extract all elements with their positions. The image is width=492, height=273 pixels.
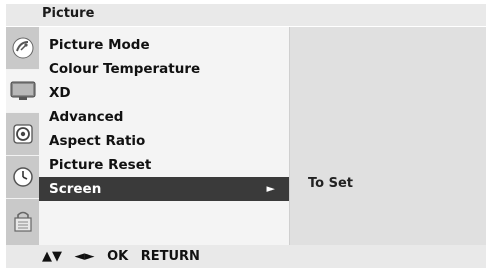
menu-item-screen[interactable]: Screen ► [39,177,289,201]
category-tab-picture[interactable] [6,70,39,113]
speaker-icon [12,124,33,144]
menu-item-advanced[interactable]: Advanced [39,105,289,129]
return-hint: RETURN [140,249,200,264]
category-tab-channel[interactable] [6,27,39,70]
up-down-arrows-icon: ▲▼ [42,249,62,264]
category-tab-sound[interactable] [6,113,39,156]
menu-item-label: Screen [49,181,102,197]
left-right-arrows-icon: ◄► [74,249,95,264]
menu-item-label: XD [49,85,71,101]
submenu-value[interactable]: To Set [308,176,353,191]
submenu-panel: To Set [289,27,486,245]
picture-menu-list: Picture Mode Colour Temperature XD Advan… [39,27,289,245]
category-tab-lock[interactable] [6,199,39,242]
category-tab-time[interactable] [6,156,39,199]
menu-header: Picture [6,4,486,27]
menu-item-xd[interactable]: XD [39,81,289,105]
menu-item-label: Advanced [49,109,124,125]
lock-icon [13,211,32,232]
navigation-hint-bar: ▲▼ ◄► OK RETURN [6,245,486,268]
menu-item-aspect-ratio[interactable]: Aspect Ratio [39,129,289,153]
osd-menu-window: Picture Picture Mode Colour Temperature … [6,4,486,268]
page-title: Picture [42,6,95,21]
menu-item-picture-mode[interactable]: Picture Mode [39,33,289,57]
menu-item-label: Aspect Ratio [49,133,146,149]
submenu-arrow-icon: ► [266,182,275,195]
menu-item-label: Colour Temperature [49,61,201,77]
satellite-dish-icon [12,37,33,59]
navigation-hints: ▲▼ ◄► OK RETURN [42,249,208,264]
clock-icon [12,167,33,187]
tv-screen-icon [10,81,35,100]
category-icon-bar [6,27,39,245]
menu-item-picture-reset[interactable]: Picture Reset [39,153,289,177]
menu-item-label: Picture Reset [49,157,152,173]
menu-item-colour-temperature[interactable]: Colour Temperature [39,57,289,81]
menu-item-label: Picture Mode [49,37,150,53]
ok-hint: OK [107,249,129,264]
